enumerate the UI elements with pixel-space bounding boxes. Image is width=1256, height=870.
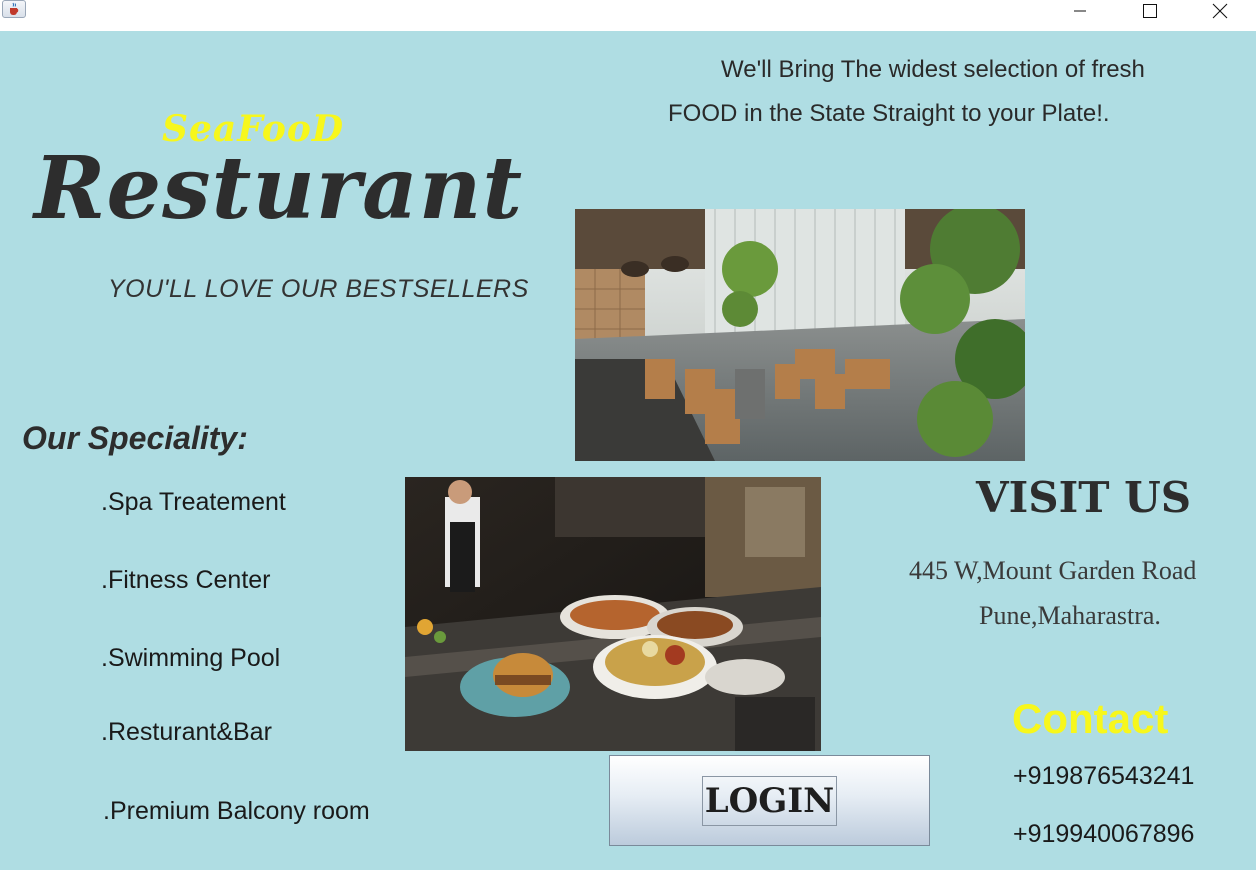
restaurant-interior-photo <box>575 209 1025 461</box>
maximize-icon <box>1143 4 1157 18</box>
brand-title: Resturant <box>34 138 524 239</box>
minimize-icon <box>1074 10 1086 12</box>
visit-us-title: VISIT US <box>976 473 1192 522</box>
address-line-1: 445 W,Mount Garden Road <box>909 556 1197 585</box>
title-bar <box>0 0 1256 31</box>
minimize-button[interactable] <box>1057 0 1103 22</box>
speciality-item: .Fitness Center <box>101 566 271 594</box>
close-button[interactable] <box>1197 0 1243 22</box>
close-icon <box>1212 3 1228 19</box>
maximize-button[interactable] <box>1127 0 1173 22</box>
speciality-item: .Swimming Pool <box>101 644 281 672</box>
phone-number-1: +919876543241 <box>1013 762 1195 790</box>
contact-title: Contact <box>1012 695 1169 742</box>
speciality-item: .Spa Treatement <box>101 488 286 516</box>
java-cup-icon[interactable] <box>2 0 26 18</box>
login-button-label: LOGIN <box>701 775 838 826</box>
tagline-line-2: FOOD in the State Straight to your Plate… <box>668 100 1110 127</box>
tagline-line-1: We'll Bring The widest selection of fres… <box>721 56 1145 83</box>
speciality-item: .Premium Balcony room <box>103 797 370 825</box>
address-line-2: Pune,Maharastra. <box>979 601 1161 630</box>
kitchen-food-photo <box>405 477 821 751</box>
speciality-item: .Resturant&Bar <box>101 718 272 746</box>
speciality-title: Our Speciality: <box>22 420 248 456</box>
app-window: We'll Bring The widest selection of fres… <box>0 0 1256 870</box>
login-button[interactable]: LOGIN <box>609 755 930 846</box>
brand-subtitle: YOU'LL LOVE OUR BESTSELLERS <box>108 275 529 303</box>
phone-number-2: +919940067896 <box>1013 820 1195 848</box>
